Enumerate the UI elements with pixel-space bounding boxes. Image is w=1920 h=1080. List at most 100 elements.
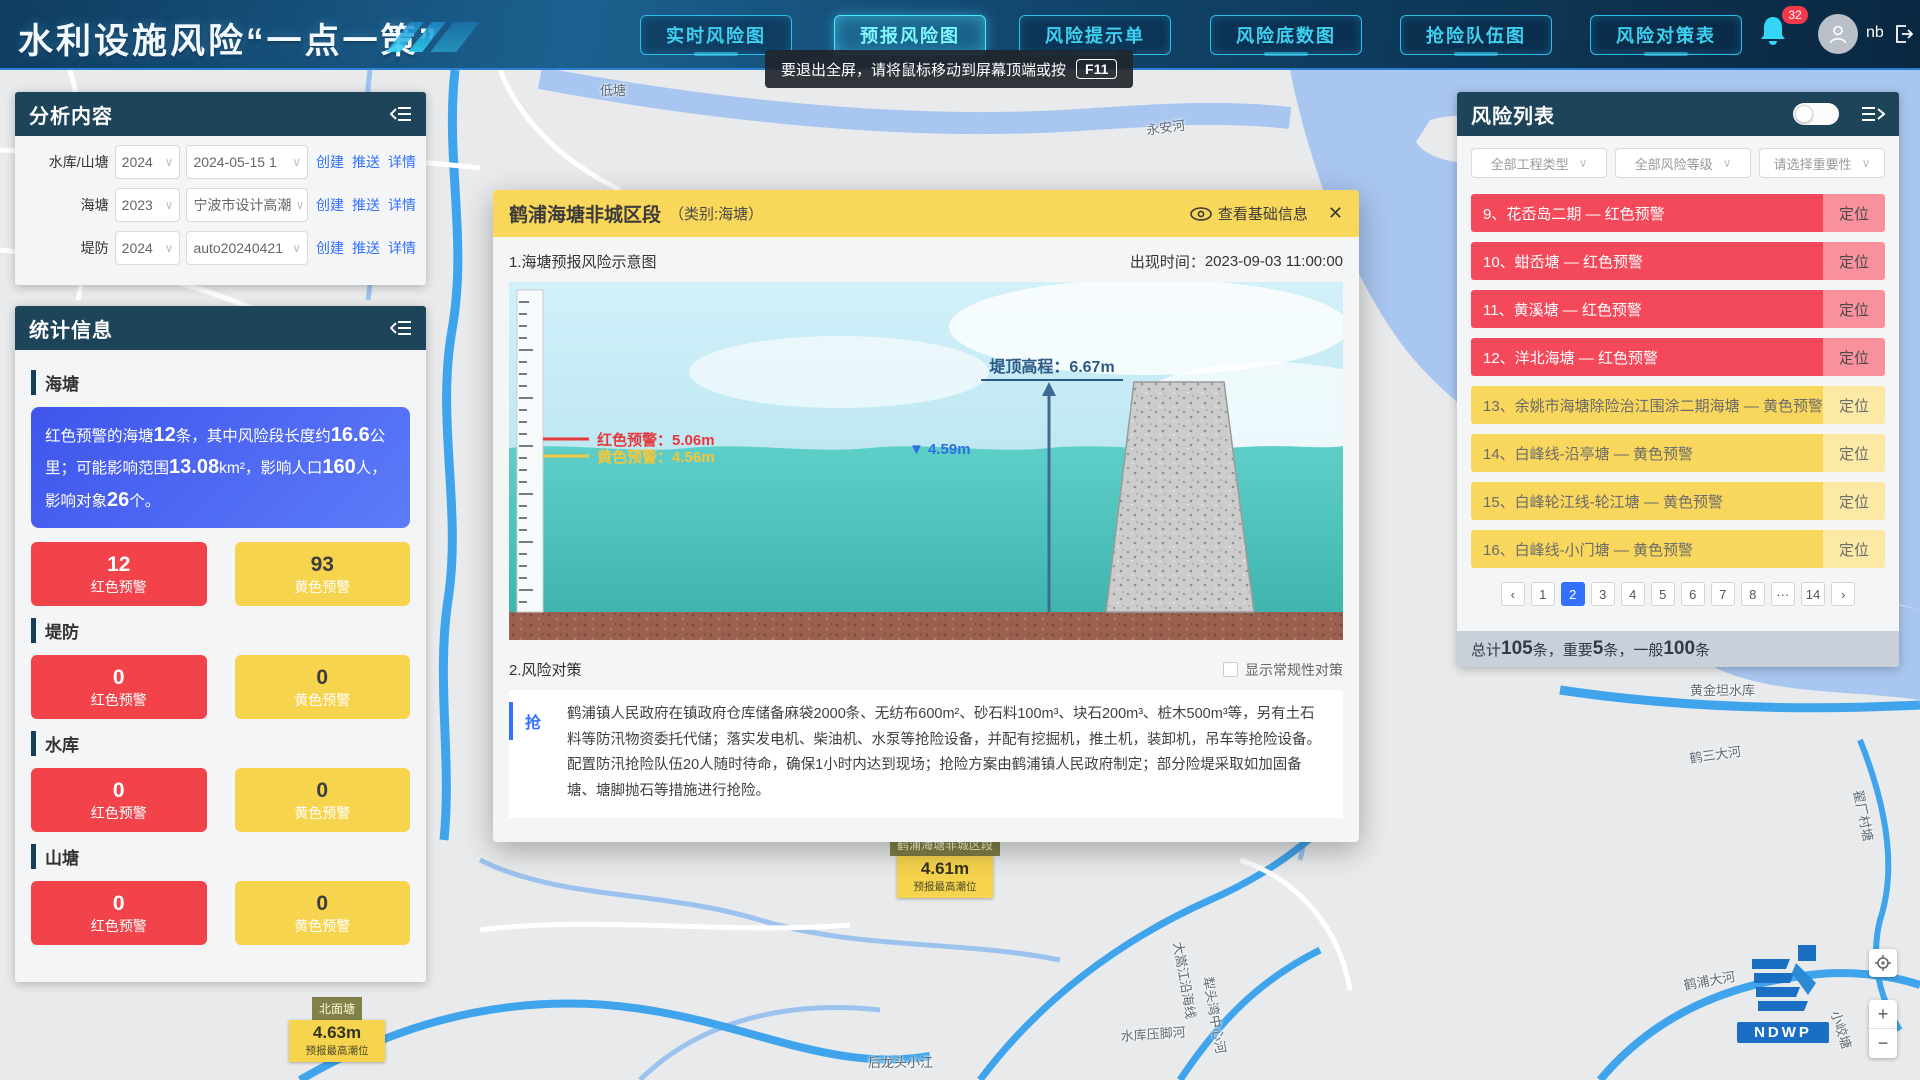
locate-button[interactable]: 定位 xyxy=(1823,386,1885,424)
username: nb xyxy=(1866,24,1884,42)
year-select[interactable]: 2024∨ xyxy=(115,145,181,179)
create-link[interactable]: 创建 xyxy=(316,152,344,172)
pond-yellow-alert-card[interactable]: 0 黄色预警 xyxy=(235,881,411,945)
risk-list-item[interactable]: 16、白峰线-小门塘 — 黄色预警 定位 xyxy=(1471,530,1885,568)
section1-title: 1.海塘预报风险示意图 xyxy=(509,251,657,272)
scheme-select[interactable]: 2024-05-15 1∨ xyxy=(186,145,308,179)
nav-forecast-risk-map[interactable]: 预报风险图 xyxy=(834,15,986,55)
collapse-list-icon[interactable] xyxy=(1861,105,1885,123)
locate-button[interactable]: 定位 xyxy=(1823,290,1885,328)
map-locate-button[interactable] xyxy=(1869,949,1897,977)
view-base-info-button[interactable]: 查看基础信息 xyxy=(1190,203,1308,224)
f11-key-hint: F11 xyxy=(1076,59,1117,79)
detail-link[interactable]: 详情 xyxy=(388,195,416,215)
page-button[interactable]: 14 xyxy=(1801,582,1825,606)
checkbox[interactable] xyxy=(1223,662,1238,677)
chevron-down-icon: ∨ xyxy=(161,198,174,212)
risk-list-toggle[interactable] xyxy=(1793,103,1839,125)
collapse-panel-icon[interactable] xyxy=(390,319,412,337)
rescue-tag: 抢 xyxy=(509,702,553,740)
map-marker-beimiantang[interactable]: 北面塘 4.63m 预报最高潮位 xyxy=(289,997,385,1062)
group-label-seawall: 海塘 xyxy=(31,370,410,395)
year-select[interactable]: 2024∨ xyxy=(115,231,181,265)
push-link[interactable]: 推送 xyxy=(352,238,380,258)
pond-red-alert-card[interactable]: 0 红色预警 xyxy=(31,881,207,945)
analysis-panel: 分析内容 水库/山塘 2024∨ 2024-05-15 1∨ 创建 推送 详情 … xyxy=(15,92,426,285)
reservoir-yellow-alert-card[interactable]: 0 黄色预警 xyxy=(235,768,411,832)
reservoir-red-alert-card[interactable]: 0 红色预警 xyxy=(31,768,207,832)
risk-list-item[interactable]: 11、黄溪塘 — 红色预警 定位 xyxy=(1471,290,1885,328)
chevron-down-icon: ∨ xyxy=(1858,156,1871,170)
page-button[interactable]: 8 xyxy=(1741,582,1765,606)
risk-list-item[interactable]: 14、白峰线-沿亭塘 — 黄色预警 定位 xyxy=(1471,434,1885,472)
prev-page-button[interactable]: ‹ xyxy=(1501,582,1525,606)
nav-realtime-risk-map[interactable]: 实时风险图 xyxy=(640,15,792,55)
dike-yellow-alert-card[interactable]: 0 黄色预警 xyxy=(235,655,411,719)
page-button[interactable]: 1 xyxy=(1531,582,1555,606)
push-link[interactable]: 推送 xyxy=(352,195,380,215)
detail-link[interactable]: 详情 xyxy=(388,152,416,172)
detail-link[interactable]: 详情 xyxy=(388,238,416,258)
importance-filter[interactable]: 请选择重要性∨ xyxy=(1759,148,1885,178)
page-button[interactable]: 4 xyxy=(1621,582,1645,606)
risk-list-summary: 总计105条，重要5条，一般100条 xyxy=(1457,631,1899,667)
page-button[interactable]: 5 xyxy=(1651,582,1675,606)
scheme-select[interactable]: auto20240421∨ xyxy=(186,231,308,265)
app-title: 水利设施风险“一点一策” xyxy=(18,13,439,64)
ndwp-logo-text: NDWP xyxy=(1737,1022,1829,1043)
map-marker-hepu[interactable]: 鹤浦海塘非城区段 4.61m 预报最高潮位 xyxy=(884,833,1006,898)
risk-list-item[interactable]: 10、蚶岙塘 — 红色预警 定位 xyxy=(1471,242,1885,280)
risk-list-item[interactable]: 15、白峰轮江线-轮江塘 — 黄色预警 定位 xyxy=(1471,482,1885,520)
locate-button[interactable]: 定位 xyxy=(1823,194,1885,232)
locate-button[interactable]: 定位 xyxy=(1823,242,1885,280)
nav-risk-notice[interactable]: 风险提示单 xyxy=(1019,15,1171,55)
eye-icon xyxy=(1190,207,1212,221)
risk-list-item[interactable]: 9、花岙岛二期 — 红色预警 定位 xyxy=(1471,194,1885,232)
user-icon xyxy=(1827,23,1849,45)
push-link[interactable]: 推送 xyxy=(352,152,380,172)
page-button[interactable]: 7 xyxy=(1711,582,1735,606)
seawall-yellow-alert-card[interactable]: 93 黄色预警 xyxy=(235,542,411,606)
risk-list-title: 风险列表 xyxy=(1471,100,1555,129)
nav-risk-base-map[interactable]: 风险底数图 xyxy=(1210,15,1362,55)
page-button-current[interactable]: 2 xyxy=(1561,582,1585,606)
marker-value: 4.63m xyxy=(293,1023,381,1043)
page-button[interactable]: 3 xyxy=(1591,582,1615,606)
avatar[interactable] xyxy=(1818,14,1858,54)
seawall-red-alert-card[interactable]: 12 红色预警 xyxy=(31,542,207,606)
locate-button[interactable]: 定位 xyxy=(1823,434,1885,472)
map-label: 低塘 xyxy=(600,80,626,99)
next-page-button[interactable]: › xyxy=(1831,582,1855,606)
nav-rescue-team-map[interactable]: 抢险队伍图 xyxy=(1400,15,1552,55)
show-routine-countermeasure-checkbox[interactable]: 显示常规性对策 xyxy=(1223,660,1343,680)
pagination: ‹ 1 2 3 4 5 6 7 8 ··· 14 › xyxy=(1471,582,1885,606)
project-type-filter[interactable]: 全部工程类型∨ xyxy=(1471,148,1607,178)
analysis-row-dike: 堤防 2024∨ auto20240421∨ 创建 推送 详情 xyxy=(25,231,416,265)
dike-red-alert-card[interactable]: 0 红色预警 xyxy=(31,655,207,719)
logout-icon[interactable] xyxy=(1893,23,1915,50)
page-ellipsis[interactable]: ··· xyxy=(1771,582,1795,606)
zoom-in-button[interactable]: + xyxy=(1869,1000,1897,1029)
group-label-reservoir: 水库 xyxy=(31,731,410,756)
collapse-panel-icon[interactable] xyxy=(390,105,412,123)
risk-list-item[interactable]: 12、洋北海塘 — 红色预警 定位 xyxy=(1471,338,1885,376)
locate-button[interactable]: 定位 xyxy=(1823,482,1885,520)
page-button[interactable]: 6 xyxy=(1681,582,1705,606)
chevron-down-icon: ∨ xyxy=(288,155,301,169)
create-link[interactable]: 创建 xyxy=(316,195,344,215)
create-link[interactable]: 创建 xyxy=(316,238,344,258)
risk-level-filter[interactable]: 全部风险等级∨ xyxy=(1615,148,1751,178)
locate-button[interactable]: 定位 xyxy=(1823,530,1885,568)
nav-risk-countermeasure-table[interactable]: 风险对策表 xyxy=(1590,15,1742,55)
year-select[interactable]: 2023∨ xyxy=(115,188,181,222)
close-icon[interactable]: ✕ xyxy=(1328,203,1343,224)
zoom-out-button[interactable]: − xyxy=(1869,1029,1897,1058)
section2-title: 2.风险对策 xyxy=(509,659,582,680)
scheme-select[interactable]: 宁波市设计高潮∨ xyxy=(186,188,308,222)
locate-button[interactable]: 定位 xyxy=(1823,338,1885,376)
risk-list-item[interactable]: 13、余姚市海塘除险治江围涂二期海塘 — 黄色预警 定位 xyxy=(1471,386,1885,424)
ndwp-logo: NDWP xyxy=(1737,943,1829,1043)
row-label: 海塘 xyxy=(25,195,109,215)
water-level-label: ▼ 4.59m xyxy=(909,441,971,458)
statistics-panel-title: 统计信息 xyxy=(29,314,113,343)
